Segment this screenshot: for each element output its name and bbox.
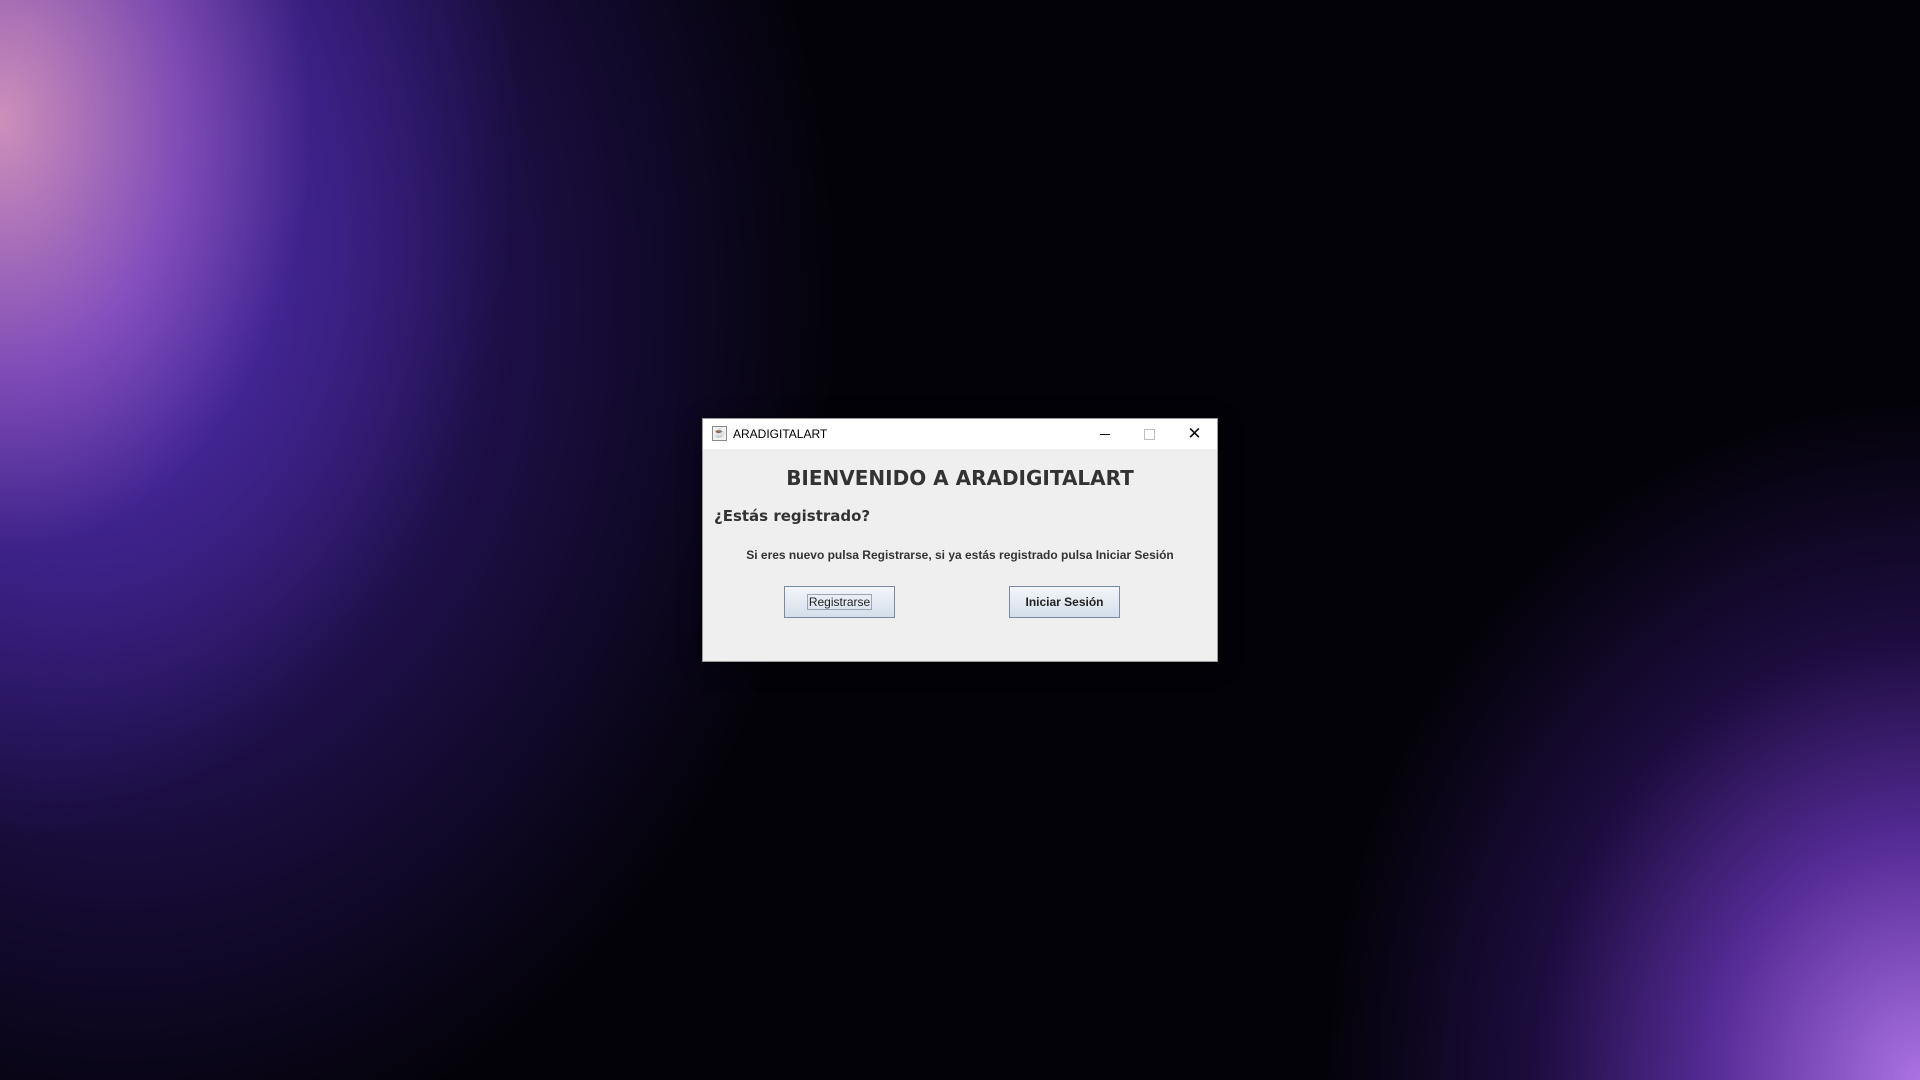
instruction-text: Si eres nuevo pulsa Registrarse, si ya e… xyxy=(746,548,1174,562)
close-button[interactable]: ✕ xyxy=(1172,419,1217,449)
title-bar[interactable]: ☕ ARADIGITALART ✕ xyxy=(703,419,1217,449)
maximize-button xyxy=(1127,419,1172,449)
login-button[interactable]: Iniciar Sesión xyxy=(1009,586,1120,618)
registered-question: ¿Estás registrado? xyxy=(714,507,871,525)
window-title: ARADIGITALART xyxy=(733,427,828,441)
maximize-icon xyxy=(1144,428,1155,440)
register-button[interactable]: Registrarse xyxy=(784,586,895,618)
welcome-heading: BIENVENIDO A ARADIGITALART xyxy=(786,466,1134,490)
minimize-button[interactable] xyxy=(1082,419,1127,449)
register-button-label: Registrarse xyxy=(806,594,873,610)
close-icon: ✕ xyxy=(1187,424,1202,443)
login-button-label: Iniciar Sesión xyxy=(1025,595,1104,609)
minimize-icon xyxy=(1099,433,1110,435)
app-window: ☕ ARADIGITALART ✕ BIENVENIDO A ARADIGITA… xyxy=(702,418,1218,662)
java-cup-icon: ☕ xyxy=(712,426,727,441)
